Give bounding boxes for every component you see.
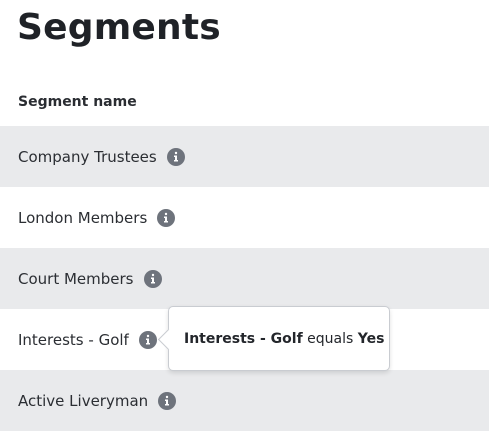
segment-name[interactable]: Interests - Golf <box>18 330 129 350</box>
segment-list: Company Trustees London Members Court Me… <box>0 126 489 431</box>
segment-name[interactable]: London Members <box>18 208 147 228</box>
segments-page: Segments Segment name Company Trustees L… <box>0 0 489 436</box>
segment-rule-tooltip: Interests - Golf equals Yes <box>157 306 390 371</box>
info-icon[interactable] <box>143 269 162 288</box>
info-icon[interactable] <box>157 208 176 227</box>
tooltip-text: Interests - Golf equals Yes <box>184 331 384 347</box>
segment-row[interactable]: Company Trustees <box>0 126 489 187</box>
segment-name[interactable]: Active Liveryman <box>18 391 148 411</box>
tooltip-operator: equals <box>307 330 354 347</box>
segment-row[interactable]: Court Members <box>0 248 489 309</box>
column-header-segment-name[interactable]: Segment name <box>18 92 137 112</box>
segment-row[interactable]: London Members <box>0 187 489 248</box>
segment-row[interactable]: Active Liveryman <box>0 370 489 431</box>
segment-name[interactable]: Court Members <box>18 269 134 289</box>
page-title: Segments <box>17 7 221 48</box>
info-icon[interactable] <box>138 330 157 349</box>
tooltip-value: Yes <box>357 330 385 347</box>
segment-name[interactable]: Company Trustees <box>18 147 157 167</box>
info-icon[interactable] <box>166 147 185 166</box>
info-icon[interactable] <box>158 391 177 410</box>
tooltip-field: Interests - Golf <box>184 330 303 347</box>
